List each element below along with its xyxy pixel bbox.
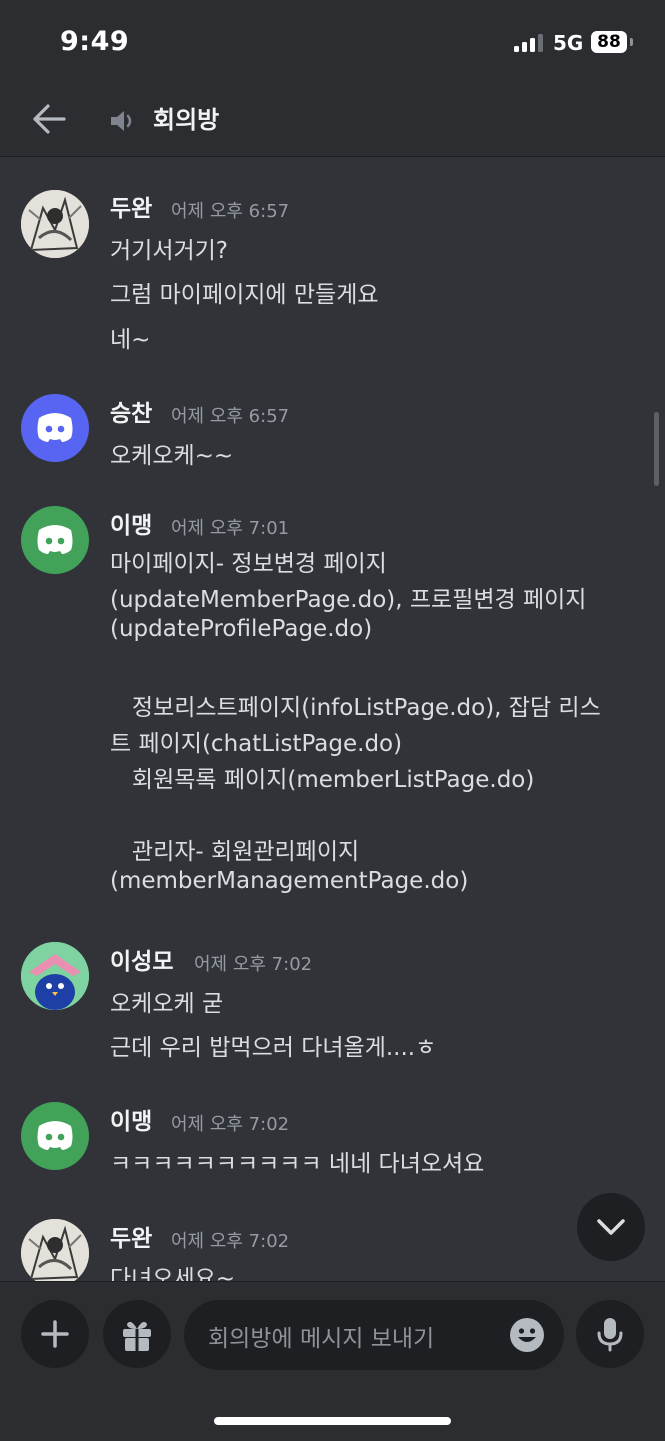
timestamp: 어제 오후 7:02 <box>194 954 313 975</box>
gift-button[interactable] <box>103 1300 171 1368</box>
timestamp: 어제 오후 6:57 <box>171 406 290 427</box>
discord-logo-icon <box>37 525 73 554</box>
message-text: ㅋㅋㅋㅋㅋㅋㅋㅋㅋㅋ 네네 다녀오셔요 <box>110 1151 485 1177</box>
message-input-placeholder: 회의방에 메시지 보내기 <box>208 1326 435 1352</box>
battery-icon: 88 <box>591 31 627 53</box>
network-type: 5G <box>553 31 584 55</box>
emoji-icon[interactable] <box>509 1317 545 1353</box>
chevron-down-icon <box>597 1219 625 1235</box>
avatar[interactable] <box>21 506 89 574</box>
message-input[interactable]: 회의방에 메시지 보내기 <box>184 1300 564 1370</box>
message-list[interactable]: 두완 어제 오후 6:57 거기서거기? 그럼 마이페이지에 만들게요 네~ 승… <box>0 157 665 1281</box>
author-name[interactable]: 이성모 <box>110 942 173 976</box>
message-text: 그럼 마이페이지에 만들게요 <box>110 282 379 308</box>
author-name[interactable]: 승찬 <box>110 394 152 428</box>
plus-icon <box>41 1320 69 1348</box>
message-text: 오케오케~~ <box>110 443 234 469</box>
channel-header: 회의방 <box>0 88 665 157</box>
gift-icon <box>123 1321 151 1351</box>
message-text: (updateMemberPage.do), 프로필변경 페이지 <box>110 587 587 613</box>
avatar[interactable] <box>21 1102 89 1170</box>
avatar[interactable] <box>21 1219 89 1281</box>
message-text: 정보리스트페이지(infoListPage.do), 잡담 리스 <box>110 695 601 721</box>
status-bar: 9:49 5G 88 <box>0 0 665 88</box>
author-name[interactable]: 두완 <box>110 1219 152 1253</box>
timestamp: 어제 오후 7:02 <box>171 1231 290 1252</box>
message-text: 근데 우리 밥먹으러 다녀올게....ㅎ <box>110 1035 437 1061</box>
discord-logo-icon <box>37 413 73 442</box>
timestamp: 어제 오후 7:02 <box>171 1114 290 1135</box>
status-time: 9:49 <box>60 26 130 57</box>
avatar[interactable] <box>21 394 89 462</box>
scrollbar[interactable] <box>654 412 659 486</box>
message-text: 회원목록 페이지(memberListPage.do) <box>110 767 535 793</box>
speaker-icon <box>108 106 138 136</box>
channel-title: 회의방 <box>153 106 220 134</box>
message-text: 네~ <box>110 327 151 353</box>
battery-tip <box>630 38 633 46</box>
discord-logo-icon <box>37 1121 73 1150</box>
microphone-icon <box>597 1318 623 1352</box>
message-text: 다녀오세요~ <box>110 1266 236 1281</box>
battery-level: 88 <box>597 32 621 52</box>
message-text: 거기서거기? <box>110 238 229 264</box>
message-text: (updateProfilePage.do) <box>110 616 373 642</box>
author-name[interactable]: 이맹 <box>110 1102 152 1136</box>
message-text: 오케오케 굳 <box>110 991 224 1017</box>
microphone-button[interactable] <box>576 1300 644 1368</box>
message-text: 트 페이지(chatListPage.do) <box>110 731 403 757</box>
timestamp: 어제 오후 6:57 <box>171 201 290 222</box>
message-text: 마이페이지- 정보변경 페이지 <box>110 551 387 577</box>
author-name[interactable]: 이맹 <box>110 506 152 540</box>
back-arrow-icon[interactable] <box>30 102 68 136</box>
home-indicator <box>214 1417 451 1425</box>
avatar[interactable] <box>21 190 89 258</box>
message-composer: 회의방에 메시지 보내기 <box>0 1281 665 1441</box>
avatar[interactable] <box>21 942 89 1010</box>
message-text: (memberManagementPage.do) <box>110 868 469 894</box>
jump-to-bottom-button[interactable] <box>577 1193 645 1261</box>
signal-icon <box>514 34 546 52</box>
author-name[interactable]: 두완 <box>110 189 152 223</box>
timestamp: 어제 오후 7:01 <box>171 518 290 539</box>
message-text: 관리자- 회원관리페이지 <box>110 839 360 865</box>
add-button[interactable] <box>21 1300 89 1368</box>
